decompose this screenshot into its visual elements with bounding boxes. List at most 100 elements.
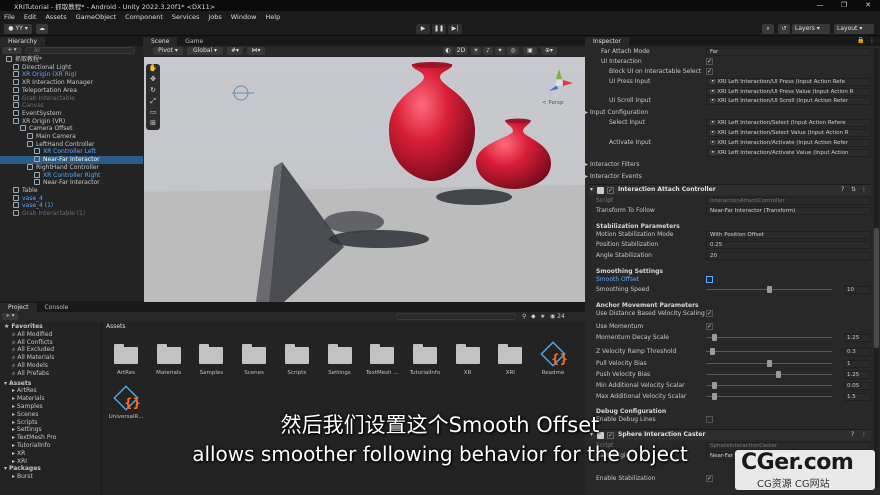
enable-stabilization-checkbox[interactable]: ✓ xyxy=(706,475,713,482)
smooth-offset-checkbox[interactable] xyxy=(706,276,713,283)
slider[interactable] xyxy=(706,348,832,355)
preset-icon[interactable]: ⇅ xyxy=(851,186,856,193)
lock-icon[interactable]: 🔒 xyxy=(857,37,864,44)
component-enabled-checkbox[interactable]: ✓ xyxy=(607,187,614,194)
input-action-field[interactable]: ⦿ XRI Left Interaction/Activate Value (I… xyxy=(706,149,871,157)
menu-assets[interactable]: Assets xyxy=(45,13,66,21)
checkbox[interactable]: ✓ xyxy=(706,310,713,317)
input-action-field[interactable]: ⦿ XRI Left Interaction/Select (Input Act… xyxy=(706,119,871,127)
number-field[interactable]: 1.25 xyxy=(844,334,871,342)
hierarchy-item[interactable]: Grab Interactable (1) xyxy=(0,210,143,218)
asset-item[interactable]: TextMesh ... xyxy=(360,342,404,382)
rotate-tool-icon[interactable]: ↻ xyxy=(146,86,160,97)
checkbox[interactable]: ✓ xyxy=(706,68,713,75)
close-button[interactable]: ✕ xyxy=(856,0,880,11)
foldout-arrow-icon[interactable]: ▸ xyxy=(585,160,588,170)
project-tree-item[interactable]: ⌕ All Excluded xyxy=(0,346,102,354)
cloud-icon[interactable]: ☁ xyxy=(36,24,48,34)
create-asset-button[interactable]: + ▾ xyxy=(2,313,18,320)
project-search-input[interactable] xyxy=(396,313,516,320)
transform-tool-icon[interactable]: ⊞ xyxy=(146,119,160,130)
pivot-dropdown[interactable]: Pivot ▾ xyxy=(153,47,183,55)
camera-icon[interactable]: ▣ xyxy=(523,47,537,55)
layers-dropdown[interactable]: Layers ▾ xyxy=(792,24,830,34)
component-header[interactable]: ▾ ✓ Interaction Attach Controller ? ⇅ ⋮ xyxy=(589,184,871,195)
input-action-field[interactable]: ⦿ XRI Left Interaction/UI Press Value (I… xyxy=(706,88,871,96)
scrollbar-thumb[interactable] xyxy=(874,228,879,348)
menu-file[interactable]: File xyxy=(4,13,15,21)
project-tree-item[interactable]: ▸ Burst xyxy=(0,473,102,481)
tab-inspector[interactable]: Inspector xyxy=(585,37,629,46)
smoothing-speed-slider[interactable] xyxy=(706,286,832,293)
shading-icon[interactable]: ◐ xyxy=(443,47,453,55)
tab-scene[interactable]: Scene xyxy=(143,37,178,46)
search-icon[interactable]: ⌕ xyxy=(762,24,774,34)
foldout-icon[interactable]: ▾ xyxy=(590,186,593,193)
checkbox[interactable]: ✓ xyxy=(706,58,713,65)
menu-services[interactable]: Services xyxy=(172,13,199,21)
orientation-gizmo[interactable] xyxy=(549,69,573,91)
slider-knob[interactable] xyxy=(766,286,772,293)
asset-item[interactable]: Materials xyxy=(147,342,191,382)
input-action-field[interactable]: ⦿ XRI Left Interaction/UI Press (Input A… xyxy=(706,78,871,86)
account-dropdown[interactable]: ● YY ▾ xyxy=(4,24,32,34)
slider-knob[interactable] xyxy=(712,393,718,400)
number-field[interactable]: 1 xyxy=(844,360,871,368)
asset-item[interactable]: Scripts xyxy=(275,342,319,382)
asset-item[interactable]: ArtRes xyxy=(104,342,148,382)
pause-button[interactable]: ❚❚ xyxy=(432,24,446,34)
slider[interactable] xyxy=(706,334,832,341)
slider[interactable] xyxy=(706,382,832,389)
increment-snap-icon[interactable]: ⋈▾ xyxy=(247,47,265,55)
tab-console[interactable]: Console xyxy=(37,303,77,312)
play-button[interactable]: ▶ xyxy=(416,24,430,34)
menu-window[interactable]: Window xyxy=(231,13,257,21)
number-field[interactable]: 1.5 xyxy=(844,393,871,401)
foldout-label[interactable]: Interactor Filters xyxy=(590,160,639,170)
project-tree-item[interactable]: ⌕ All Conflicts xyxy=(0,339,102,347)
project-tree-item[interactable]: ⌕ All Materials xyxy=(0,354,102,362)
move-tool-icon[interactable]: ✥ xyxy=(146,75,160,86)
slider-knob[interactable] xyxy=(709,348,715,355)
project-tree-item[interactable]: ▸ Samples xyxy=(0,403,102,411)
step-button[interactable]: ▶| xyxy=(448,24,462,34)
slider[interactable] xyxy=(706,360,832,367)
filter-icon[interactable]: ⚲ xyxy=(522,313,526,320)
lighting-icon[interactable]: ☀ xyxy=(471,47,481,55)
maximize-button[interactable]: ❐ xyxy=(832,0,856,11)
project-tree-item[interactable]: ⌕ All Models xyxy=(0,362,102,370)
input-action-field[interactable]: ⦿ XRI Left Interaction/UI Scroll (Input … xyxy=(706,97,871,105)
number-field[interactable]: 0.3 xyxy=(844,348,871,356)
asset-item[interactable]: XRI xyxy=(488,342,532,382)
component-menu-icon[interactable]: ⋮ xyxy=(861,186,867,193)
project-tree-item[interactable]: ⌕ All Prefabs xyxy=(0,370,102,378)
favorite-icon[interactable]: ★ xyxy=(540,313,545,320)
scale-tool-icon[interactable]: ⤢ xyxy=(146,97,160,108)
foldout-label[interactable]: Input Configuration xyxy=(590,108,648,118)
number-field[interactable]: 1.25 xyxy=(844,371,871,379)
asset-item[interactable]: XR xyxy=(446,342,490,382)
dropdown-field[interactable]: Far xyxy=(706,48,871,56)
asset-item[interactable]: Samples xyxy=(189,342,233,382)
effects-icon[interactable]: ✦ xyxy=(495,47,505,55)
asset-item[interactable]: Scenes xyxy=(232,342,276,382)
hidden-objects-icon[interactable]: ◎ xyxy=(507,47,519,55)
number-field[interactable]: 20 xyxy=(706,252,871,260)
slider-knob[interactable] xyxy=(766,360,772,367)
slider-knob[interactable] xyxy=(712,334,718,341)
help-icon[interactable]: ? xyxy=(841,186,844,193)
history-icon[interactable]: ↺ xyxy=(778,24,790,34)
toggle-2d-button[interactable]: 2D xyxy=(455,47,467,55)
project-tree-item[interactable]: ▸ ArtRes xyxy=(0,387,102,395)
tab-game[interactable]: Game xyxy=(177,37,211,46)
transform-to-follow-field[interactable]: Near-Far Interactor (Transform) xyxy=(706,207,871,215)
kebab-menu-icon[interactable]: ⋮ xyxy=(869,37,875,44)
label-icon[interactable]: ◆ xyxy=(531,313,536,320)
project-tree-item[interactable]: ⌕ All Modified xyxy=(0,331,102,339)
foldout-arrow-icon[interactable]: ▸ xyxy=(585,108,588,118)
menu-gameobject[interactable]: GameObject xyxy=(76,13,117,21)
input-action-field[interactable]: ⦿ XRI Left Interaction/Select Value (Inp… xyxy=(706,129,871,137)
slider-knob[interactable] xyxy=(776,371,782,378)
minimize-button[interactable]: — xyxy=(808,0,832,11)
checkbox[interactable]: ✓ xyxy=(706,323,713,330)
